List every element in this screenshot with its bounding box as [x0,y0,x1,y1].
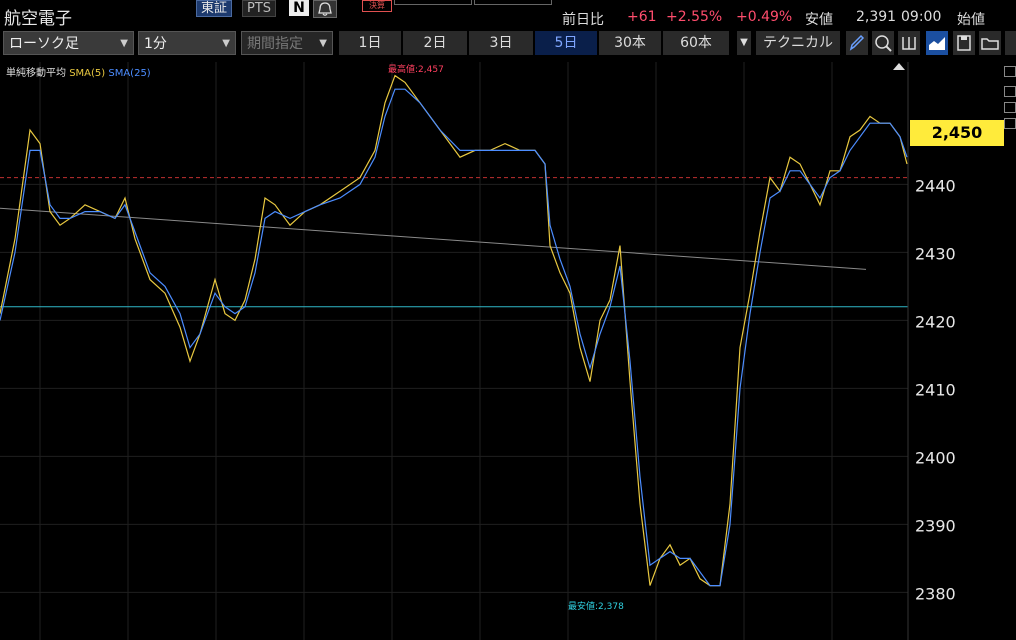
series-line-sma5 [0,74,908,587]
extra-percent: +0.49% [736,9,793,25]
series-line-sma25 [0,88,908,587]
series-layer [0,74,908,587]
stock-name: 航空電子 [4,9,72,29]
current-price-tag: 2,450 [910,120,1004,146]
split-icon[interactable] [898,31,920,55]
change-value: +61 [627,9,657,25]
y-tick-label: 2440 [915,176,956,195]
legend-label: 単純移動平均 [6,68,66,79]
y-tick-label: 2400 [915,448,956,467]
chart-type-value: ローソク足 [9,36,79,52]
side-panel-icon[interactable] [1004,86,1016,97]
draw-pencil-icon[interactable] [846,31,868,55]
tab-60bars[interactable]: 60本 [663,31,729,55]
tab-30bars[interactable]: 30本 [599,31,661,55]
blank-field-1 [394,0,472,5]
chart-type-select[interactable]: ローソク足 ▼ [3,31,134,55]
legend-sma25: SMA(25) [108,68,151,79]
title-bar: 航空電子 東証 PTS N 決算 前日比 +61 +2.55% +0.49% 安… [0,0,1016,30]
market-pts-button[interactable]: PTS [242,0,277,17]
y-tick-label: 2390 [915,516,956,535]
price-chart[interactable]: 2440 2430 2420 2410 2400 2390 2380 最高値:2,457 最… [0,60,1016,640]
chevron-down-icon: ▼ [319,38,327,49]
tab-3day[interactable]: 3日 [469,31,533,55]
interval-value: 1分 [144,36,167,52]
market-tse-button[interactable]: 東証 [196,0,233,17]
period-select[interactable]: 期間指定 ▼ [241,31,333,55]
save-icon[interactable] [953,31,975,55]
prev-day-label: 前日比 [562,12,604,28]
more-ranges-button[interactable]: ▼ [737,31,751,55]
y-tick-label: 2420 [915,312,956,331]
scroll-up-icon [893,63,905,70]
open-label: 始値 [957,12,985,28]
low-value: 2,391 [856,9,897,25]
y-axis-ticks: 2440 2430 2420 2410 2400 2390 2380 [915,176,956,603]
high-annotation: 最高値:2,457 [388,63,444,75]
technical-button[interactable]: テクニカル [756,31,840,55]
change-percent: +2.55% [666,9,723,25]
news-icon[interactable]: N [289,0,309,16]
more-icon[interactable] [1005,31,1016,55]
zoom-icon[interactable] [872,31,894,55]
chevron-down-icon: ▼ [120,38,128,49]
area-chart-icon[interactable] [926,31,948,55]
tab-1day[interactable]: 1日 [339,31,401,55]
y-tick-label: 2380 [915,584,956,603]
side-panel-icon[interactable] [1004,102,1016,113]
bell-icon[interactable] [313,0,337,18]
time-value: 09:00 [901,9,942,25]
blank-field-2 [474,0,552,5]
side-panel-icon[interactable] [1004,66,1016,77]
low-annotation: 最安値:2,378 [568,600,624,612]
y-tick-label: 2430 [915,244,956,263]
low-label: 安値 [805,12,833,28]
chart-toolbar: ローソク足 ▼ 1分 ▼ 期間指定 ▼ 1日 2日 3日 5日 30本 60本 … [0,30,1016,56]
tab-2day[interactable]: 2日 [403,31,467,55]
chevron-down-icon: ▼ [222,38,230,49]
tab-5day[interactable]: 5日 [535,31,597,55]
side-panel-icon[interactable] [1004,118,1016,129]
legend-sma5: SMA(5) [69,68,106,79]
kessan-badge[interactable]: 決算 [362,0,392,12]
interval-select[interactable]: 1分 ▼ [138,31,236,55]
period-value: 期間指定 [247,36,303,52]
indicator-legend: 単純移動平均 SMA(5) SMA(25) [6,64,151,79]
folder-icon[interactable] [979,31,1001,55]
y-tick-label: 2410 [915,380,956,399]
